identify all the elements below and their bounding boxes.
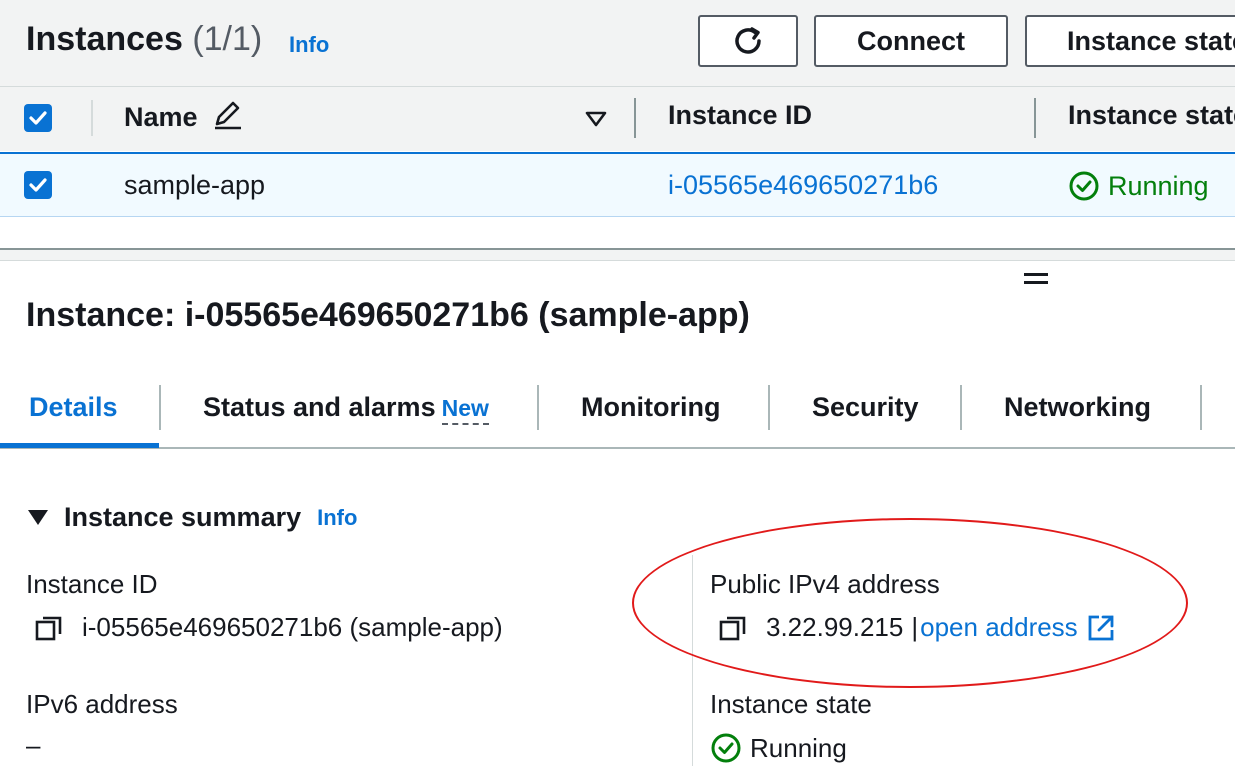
instance-state-text: Running [750,732,847,763]
ipv6-value: – [26,730,41,760]
header-info-link[interactable]: Info [289,32,329,58]
annotation-highlight-oval [632,518,1188,688]
column-header-instance-id[interactable]: Instance ID [668,100,812,131]
ipv6-label: IPv6 address [26,689,178,719]
column-resize-handle[interactable] [634,98,636,138]
active-tab-indicator [0,443,159,448]
tab-status-and-alarms[interactable]: Status and alarms New [203,392,489,425]
filter-caret-icon[interactable] [584,110,608,128]
column-header-instance-state[interactable]: Instance state [1068,100,1235,131]
tab-separator [768,385,770,430]
select-all-checkbox[interactable] [24,104,52,132]
pencil-icon[interactable] [211,100,245,130]
row-instance-state: Running [1068,170,1209,202]
caret-down-icon[interactable] [28,510,48,525]
tab-security[interactable]: Security [812,392,919,423]
refresh-icon [735,27,761,54]
section-title: Instance summary [64,502,302,532]
row-instance-id-link[interactable]: i-05565e469650271b6 [668,170,938,201]
new-badge: New [441,395,489,425]
instance-id-value: i-05565e469650271b6 (sample-app) [34,612,503,643]
tab-status-and-alarms-label: Status and alarms [203,392,436,422]
instance-state-label: Instance state [710,689,872,719]
instance-count: (1/1) [192,20,263,58]
status-running-icon [711,733,741,763]
row-instance-state-text: Running [1108,170,1209,201]
split-panel-divider[interactable] [0,248,1235,261]
column-divider [91,100,93,136]
column-header-name-label: Name [124,102,198,132]
page-title: Instances (1/1) [26,20,262,59]
checkbox-check-icon [29,178,47,192]
refresh-button[interactable] [698,15,798,67]
column-header-name[interactable]: Name [124,100,245,133]
tab-separator [159,385,161,430]
instance-state-button[interactable]: Instance state [1025,15,1235,67]
detail-title: Instance: i-05565e469650271b6 (sample-ap… [26,296,750,334]
instance-state-value: Running [710,732,847,764]
tab-networking[interactable]: Networking [1004,392,1151,423]
tab-details[interactable]: Details [29,392,118,423]
instance-id-text: i-05565e469650271b6 (sample-app) [82,612,503,642]
instance-summary-header[interactable]: Instance summary Info [28,502,357,533]
drag-handle-icon[interactable] [1024,273,1048,289]
column-resize-handle[interactable] [1034,98,1036,138]
page-title-text: Instances [26,20,183,58]
tab-separator [960,385,962,430]
connect-button[interactable]: Connect [814,15,1008,67]
copy-icon[interactable] [34,613,64,643]
status-running-icon [1069,171,1099,201]
row-checkbox[interactable] [24,171,52,199]
instance-id-label: Instance ID [26,569,158,599]
checkbox-check-icon [29,111,47,125]
tab-monitoring[interactable]: Monitoring [581,392,720,423]
tab-separator [1200,385,1202,430]
section-info-link[interactable]: Info [317,505,357,531]
row-name: sample-app [124,170,266,200]
tab-separator [537,385,539,430]
